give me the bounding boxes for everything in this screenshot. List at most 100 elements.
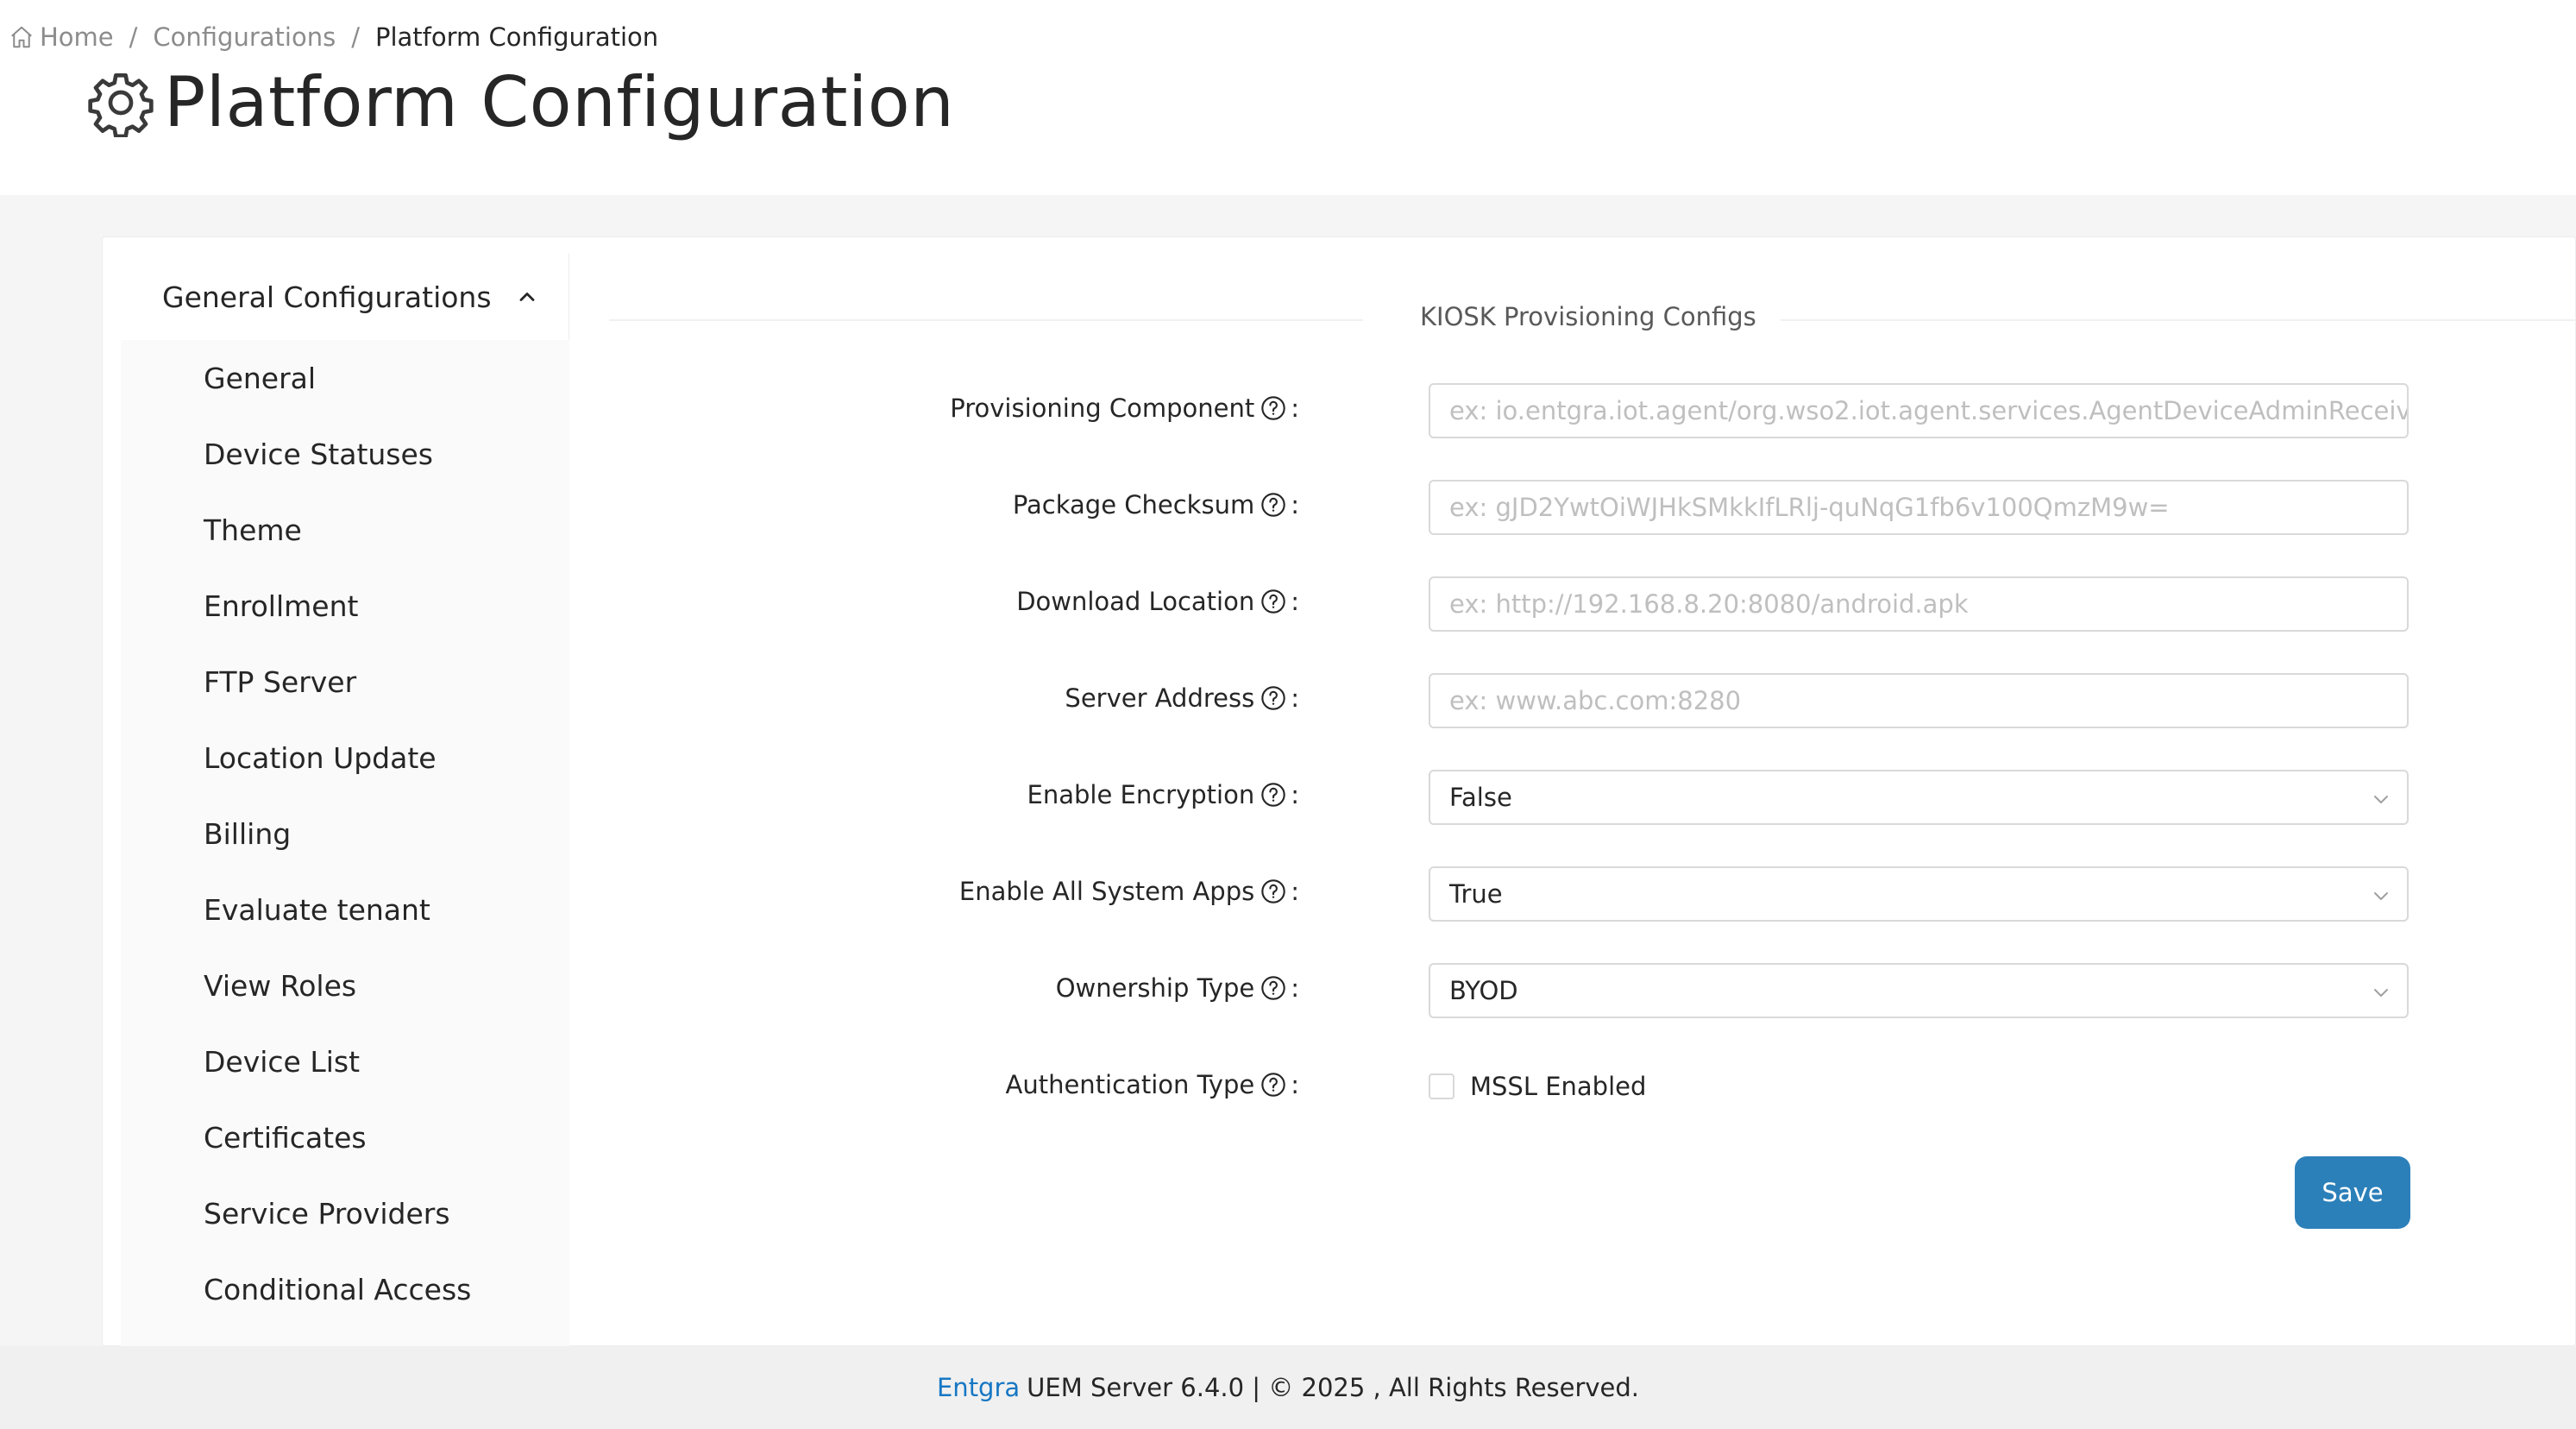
- download-location-input[interactable]: [1429, 576, 2409, 632]
- label-colon: :: [1291, 393, 1299, 423]
- field-label-text: Download Location: [1016, 587, 1255, 616]
- chevron-up-icon: [519, 293, 535, 301]
- divider-line: [1781, 319, 2576, 321]
- field-label: Server Address :: [1065, 683, 1299, 713]
- question-circle-icon[interactable]: [1260, 588, 1287, 615]
- field-label-text: Server Address: [1065, 683, 1255, 713]
- field-label-text: Package Checksum: [1012, 490, 1255, 519]
- sidebar-item-label: Billing: [204, 816, 292, 851]
- sidebar-item-label: Service Providers: [204, 1196, 450, 1231]
- sidebar-item-label: View Roles: [204, 968, 357, 1003]
- label-colon: :: [1291, 683, 1299, 713]
- sidebar-item-general[interactable]: General: [121, 340, 569, 416]
- form-row-enable-encryption: Enable Encryption : False: [609, 770, 2412, 825]
- breadcrumb-home-label: Home: [40, 22, 114, 52]
- footer-brand-link[interactable]: Entgra: [937, 1373, 1020, 1402]
- field-label-text: Enable Encryption: [1027, 780, 1255, 809]
- field-label: Download Location :: [1016, 587, 1299, 616]
- sidebar-item-label: Certificates: [204, 1120, 367, 1155]
- form-row-ownership-type: Ownership Type : BYOD: [609, 963, 2412, 1018]
- field-label: Provisioning Component :: [950, 393, 1299, 423]
- form-row-authentication-type: Authentication Type : MSSL Enabled: [609, 1060, 2412, 1115]
- enable-encryption-select[interactable]: False: [1429, 770, 2409, 825]
- question-circle-icon[interactable]: [1260, 781, 1287, 809]
- field-label: Package Checksum :: [1013, 490, 1299, 519]
- sidebar-item-service-providers[interactable]: Service Providers: [121, 1175, 569, 1251]
- chevron-down-icon: [2374, 892, 2388, 900]
- submenu-title-label: General Configurations: [162, 280, 492, 314]
- question-circle-icon[interactable]: [1260, 878, 1287, 905]
- section-title: KIOSK Provisioning Configs: [1420, 302, 1756, 331]
- sidebar-item-label: Device Statuses: [204, 437, 433, 471]
- form-row-server-address: Server Address :: [609, 673, 2412, 728]
- field-label-text: Provisioning Component: [950, 393, 1255, 423]
- title-row: Platform Configuration: [86, 62, 954, 142]
- breadcrumb-configurations[interactable]: Configurations: [153, 22, 336, 52]
- select-value: BYOD: [1449, 976, 1518, 1005]
- submenu-general-configurations[interactable]: General Configurations: [121, 254, 569, 340]
- sidebar-item-label: Location Update: [204, 740, 437, 775]
- sidebar-item-certificates[interactable]: Certificates: [121, 1099, 569, 1175]
- field-label: Enable All System Apps :: [959, 877, 1299, 906]
- save-button[interactable]: Save: [2295, 1156, 2410, 1229]
- breadcrumb-separator: /: [351, 22, 360, 52]
- label-colon: :: [1291, 1070, 1299, 1099]
- sidebar-item-label: Device List: [204, 1044, 361, 1079]
- question-circle-icon[interactable]: [1260, 491, 1287, 519]
- sidebar-item-ftp-server[interactable]: FTP Server: [121, 644, 569, 720]
- sidebar-item-label: Enrollment: [204, 589, 359, 623]
- provisioning-component-input[interactable]: [1429, 383, 2409, 438]
- field-label-text: Enable All System Apps: [958, 877, 1255, 906]
- field-label: Enable Encryption :: [1027, 780, 1299, 809]
- breadcrumb-home[interactable]: Home: [9, 22, 114, 52]
- chevron-down-icon: [2374, 989, 2388, 997]
- mssl-enabled-option[interactable]: MSSL Enabled: [1429, 1072, 1646, 1101]
- footer: Entgra UEM Server 6.4.0 | © 2025 , All R…: [0, 1346, 2576, 1429]
- sidebar-item-label: Evaluate tenant: [204, 892, 430, 927]
- label-colon: :: [1291, 780, 1299, 809]
- enable-all-system-apps-select[interactable]: True: [1429, 866, 2409, 922]
- sidebar-item-billing[interactable]: Billing: [121, 796, 569, 872]
- question-circle-icon[interactable]: [1260, 394, 1287, 422]
- sidebar-item-theme[interactable]: Theme: [121, 492, 569, 568]
- sidebar-item-conditional-access[interactable]: Conditional Access: [121, 1251, 569, 1327]
- mssl-enabled-checkbox[interactable]: [1429, 1073, 1454, 1099]
- sidebar-item-device-list[interactable]: Device List: [121, 1023, 569, 1099]
- sidebar-item-location-update[interactable]: Location Update: [121, 720, 569, 796]
- sidebar-item-enrollment[interactable]: Enrollment: [121, 568, 569, 644]
- page-title: Platform Configuration: [164, 62, 955, 142]
- select-value: True: [1449, 879, 1503, 909]
- field-label-text: Authentication Type: [1005, 1070, 1255, 1099]
- form-row-provisioning-component: Provisioning Component :: [609, 383, 2412, 438]
- question-circle-icon[interactable]: [1260, 1071, 1287, 1099]
- server-address-input[interactable]: [1429, 673, 2409, 728]
- question-circle-icon[interactable]: [1260, 974, 1287, 1002]
- section-divider: KIOSK Provisioning Configs: [609, 299, 2576, 342]
- label-colon: :: [1291, 973, 1299, 1003]
- chevron-down-icon: [2374, 796, 2388, 803]
- label-colon: :: [1291, 490, 1299, 519]
- sidebar-item-label: Conditional Access: [204, 1272, 472, 1306]
- sidebar-item-device-statuses[interactable]: Device Statuses: [121, 416, 569, 492]
- breadcrumb-separator: /: [129, 22, 138, 52]
- sidebar-item-evaluate-tenant[interactable]: Evaluate tenant: [121, 872, 569, 947]
- footer-text: UEM Server 6.4.0 | © 2025 , All Rights R…: [1027, 1373, 1640, 1402]
- question-circle-icon[interactable]: [1260, 684, 1287, 712]
- label-colon: :: [1291, 587, 1299, 616]
- sidebar-item-label: General: [204, 361, 317, 395]
- breadcrumb-current: Platform Configuration: [374, 22, 659, 52]
- field-label-text: Ownership Type: [1055, 973, 1255, 1003]
- ownership-type-select[interactable]: BYOD: [1429, 963, 2409, 1018]
- gear-icon: [88, 72, 154, 137]
- sidebar-item-label: FTP Server: [204, 664, 357, 699]
- breadcrumb: Home / Configurations / Platform Configu…: [9, 22, 658, 52]
- checkbox-label: MSSL Enabled: [1470, 1072, 1647, 1101]
- form-row-download-location: Download Location :: [609, 576, 2412, 632]
- package-checksum-input[interactable]: [1429, 480, 2409, 535]
- page-header: Home / Configurations / Platform Configu…: [0, 0, 2576, 195]
- sidebar-item-view-roles[interactable]: View Roles: [121, 947, 569, 1023]
- sidebar-item-label: Theme: [204, 513, 302, 547]
- sidebar: General Configurations General Device St…: [121, 254, 569, 1346]
- form-row-enable-all-system-apps: Enable All System Apps : True: [609, 866, 2412, 922]
- form-row-package-checksum: Package Checksum :: [609, 480, 2412, 535]
